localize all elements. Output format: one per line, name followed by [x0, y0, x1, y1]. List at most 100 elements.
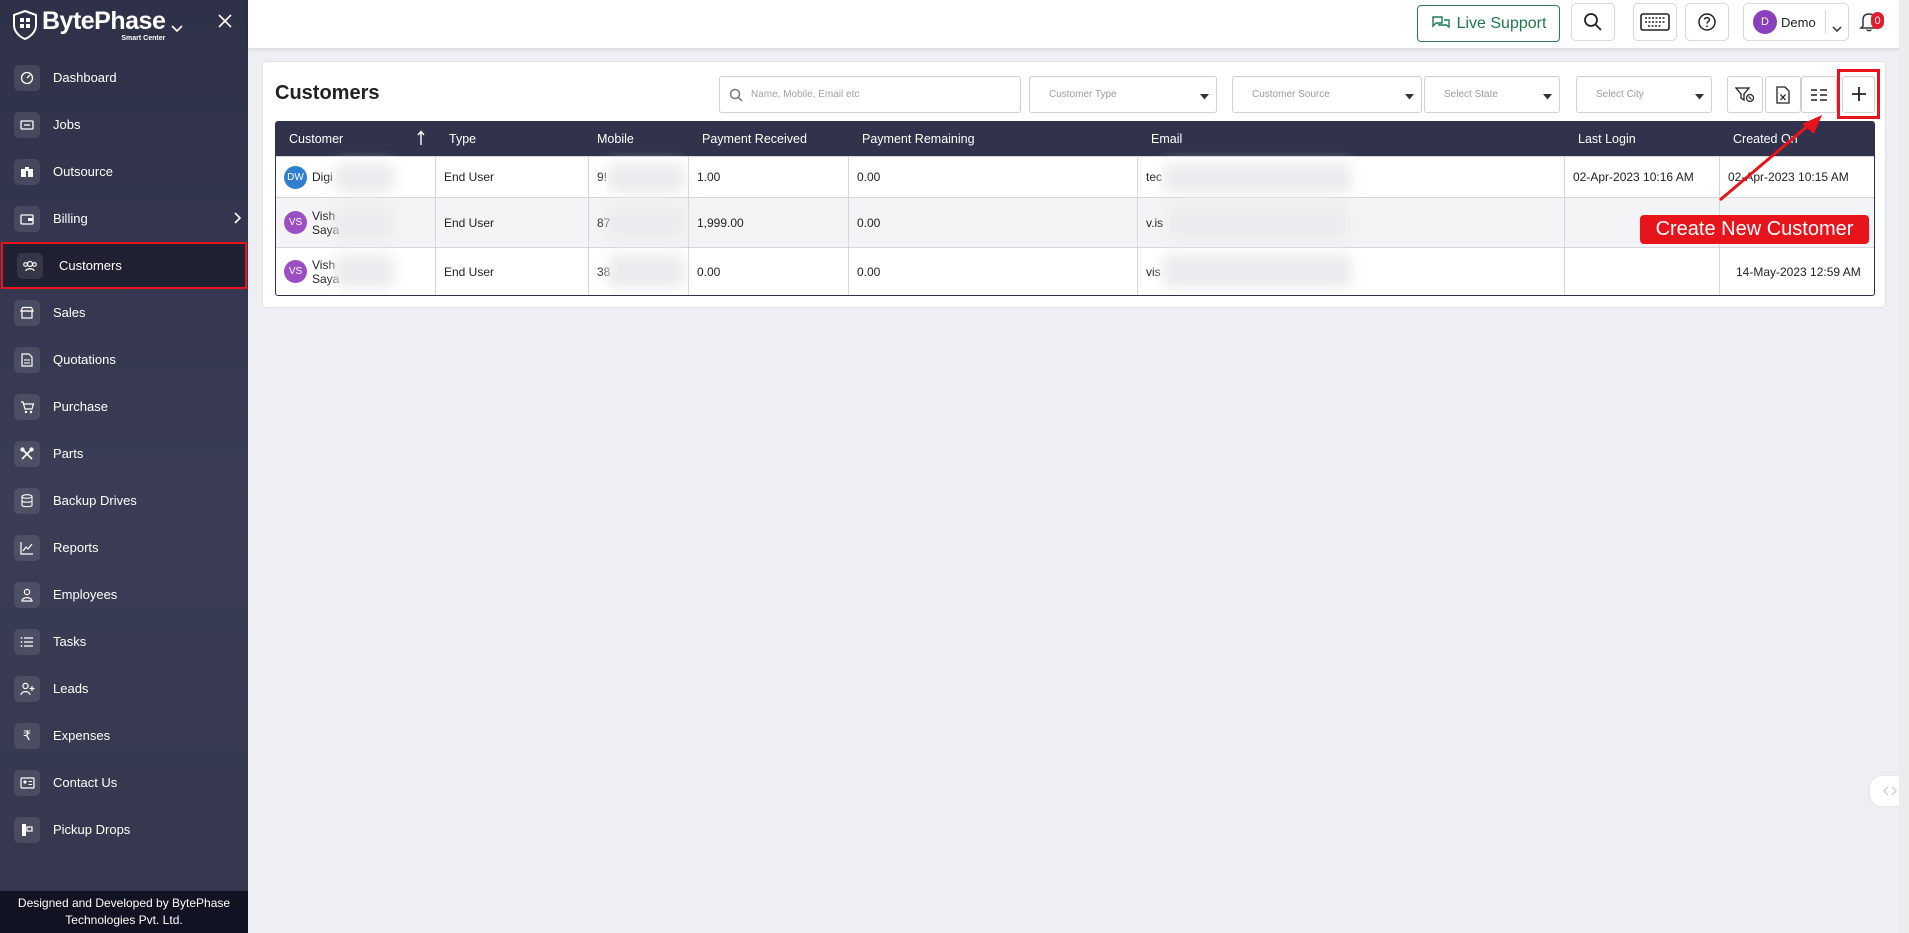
- mobile-text: 9!: [597, 170, 608, 184]
- customer-name[interactable]: Digi: [312, 170, 333, 184]
- search-icon: [1584, 13, 1602, 31]
- sidebar-item-parts[interactable]: Parts: [0, 430, 248, 477]
- column-label: Payment Remaining: [862, 132, 975, 146]
- cell-mobile: 87: [589, 198, 689, 247]
- purchase-icon: [14, 393, 40, 420]
- customer-type-select[interactable]: Customer Type: [1029, 76, 1217, 113]
- help-icon: [1698, 13, 1716, 31]
- column-settings-button[interactable]: [1801, 76, 1837, 113]
- state-placeholder: Select State: [1444, 89, 1498, 100]
- sidebar-item-purchase[interactable]: Purchase: [0, 383, 248, 430]
- sidebar-item-label: Purchase: [53, 399, 108, 414]
- sidebar-item-label: Dashboard: [53, 70, 117, 85]
- table-header: Customer Type Mobile Payment Received Pa…: [276, 122, 1874, 156]
- search-box[interactable]: [719, 76, 1021, 113]
- redacted-blur: [334, 254, 394, 288]
- cell-customer[interactable]: DW Digi: [276, 157, 436, 197]
- column-header-last-login[interactable]: Last Login: [1565, 122, 1720, 156]
- table-row[interactable]: DW Digi End User 9! 1.00 0.00 tec 02-Apr…: [276, 156, 1874, 197]
- payment-remaining-text: 0.00: [857, 264, 881, 279]
- email-text: tec: [1146, 170, 1163, 184]
- city-select[interactable]: Select City: [1576, 76, 1712, 113]
- keyboard-shortcuts-button[interactable]: [1633, 3, 1677, 41]
- add-customer-inner[interactable]: [1842, 75, 1875, 113]
- sort-up-icon[interactable]: [417, 130, 425, 149]
- customers-icon: [17, 252, 43, 279]
- sidebar-item-label: Jobs: [53, 117, 81, 132]
- sidebar-item-dashboard[interactable]: Dashboard: [0, 54, 248, 101]
- sidebar-item-leads[interactable]: Leads: [0, 665, 248, 712]
- cell-last-login: 02-Apr-2023 10:16 AM: [1565, 157, 1720, 197]
- type-text: End User: [444, 264, 495, 279]
- sidebar-item-customers[interactable]: Customers: [1, 242, 247, 289]
- sidebar-item-reports[interactable]: Reports: [0, 524, 248, 571]
- email-text: vis: [1146, 264, 1161, 279]
- jobs-icon: [14, 111, 40, 138]
- sidebar-item-employees[interactable]: Employees: [0, 571, 248, 618]
- pickup-icon: [14, 816, 40, 843]
- customer-source-select[interactable]: Customer Source: [1232, 76, 1422, 113]
- customer-source-placeholder: Customer Source: [1252, 89, 1330, 100]
- column-label: Last Login: [1578, 132, 1636, 146]
- table-row[interactable]: VS Vish Saya End User 87 1,999.00 0.00 v…: [276, 197, 1874, 247]
- top-bar: Live Support D Demo 0: [248, 0, 1909, 48]
- reports-icon: [14, 534, 40, 561]
- customer-type-placeholder: Customer Type: [1049, 89, 1117, 100]
- column-header-payment-received[interactable]: Payment Received: [689, 122, 849, 156]
- chevron-down-icon[interactable]: [171, 20, 183, 38]
- cell-customer[interactable]: VS Vish Saya: [276, 198, 436, 247]
- close-icon[interactable]: [218, 14, 232, 33]
- search-input[interactable]: [751, 89, 1001, 100]
- quotations-icon: [14, 346, 40, 373]
- sidebar-item-contact-us[interactable]: Contact Us: [0, 759, 248, 806]
- customer-name[interactable]: Vish Saya: [312, 258, 339, 286]
- collapse-arrows-icon: [1882, 786, 1897, 796]
- column-header-mobile[interactable]: Mobile: [589, 122, 689, 156]
- cell-email: tec: [1138, 157, 1565, 197]
- table-row[interactable]: VS Vish Saya End User 38 0.00 0.00 vis 1…: [276, 247, 1874, 295]
- sidebar-item-tasks[interactable]: Tasks: [0, 618, 248, 665]
- add-customer-button[interactable]: [1837, 69, 1880, 119]
- email-text: v.is: [1146, 215, 1164, 230]
- help-button[interactable]: [1685, 3, 1729, 41]
- page-title: Customers: [275, 82, 380, 104]
- customer-name[interactable]: Vish Saya: [312, 209, 339, 237]
- sidebar-item-label: Pickup Drops: [53, 822, 131, 837]
- live-support-button[interactable]: Live Support: [1417, 5, 1560, 42]
- sidebar-item-outsource[interactable]: Outsource: [0, 148, 248, 195]
- column-header-customer[interactable]: Customer: [276, 122, 436, 156]
- contact-icon: [14, 769, 40, 796]
- brand: BytePhase Smart Center: [0, 0, 248, 50]
- cell-payment-received: 1.00: [689, 157, 849, 197]
- cell-payment-remaining: 0.00: [849, 157, 1138, 197]
- page-scrollbar[interactable]: [1899, 0, 1909, 933]
- sidebar-item-sales[interactable]: Sales: [0, 289, 248, 336]
- sidebar-item-backup-drives[interactable]: Backup Drives: [0, 477, 248, 524]
- column-header-type[interactable]: Type: [436, 122, 589, 156]
- sidebar-item-label: Parts: [53, 446, 84, 461]
- cell-created-on: 14-May-2023 12:59 AM: [1720, 248, 1874, 295]
- user-menu[interactable]: D Demo: [1743, 3, 1849, 41]
- cell-payment-remaining: 0.00: [849, 198, 1138, 247]
- sidebar-item-jobs[interactable]: Jobs: [0, 101, 248, 148]
- column-header-email[interactable]: Email: [1138, 122, 1565, 156]
- sidebar-item-quotations[interactable]: Quotations: [0, 336, 248, 383]
- cell-customer[interactable]: VS Vish Saya: [276, 248, 436, 295]
- sidebar-item-pickup-drops[interactable]: Pickup Drops: [0, 806, 248, 853]
- cell-type: End User: [436, 248, 589, 295]
- clear-filter-button[interactable]: [1727, 76, 1763, 113]
- tasks-icon: [14, 628, 40, 655]
- caret-down-icon[interactable]: [1832, 19, 1842, 37]
- notifications-button[interactable]: 0: [1859, 10, 1889, 36]
- sidebar-footer: Designed and Developed by BytePhase Tech…: [0, 891, 248, 933]
- global-search-button[interactable]: [1571, 3, 1615, 41]
- column-header-payment-remaining[interactable]: Payment Remaining: [849, 122, 1138, 156]
- state-select[interactable]: Select State: [1424, 76, 1560, 113]
- sidebar-item-expenses[interactable]: ₹ Expenses: [0, 712, 248, 759]
- database-icon: [14, 487, 40, 514]
- sidebar-item-billing[interactable]: Billing: [0, 195, 248, 242]
- search-icon: [729, 88, 743, 102]
- export-excel-button[interactable]: [1765, 76, 1801, 113]
- caret-down-icon: [1405, 92, 1414, 103]
- redacted-blur: [334, 163, 394, 193]
